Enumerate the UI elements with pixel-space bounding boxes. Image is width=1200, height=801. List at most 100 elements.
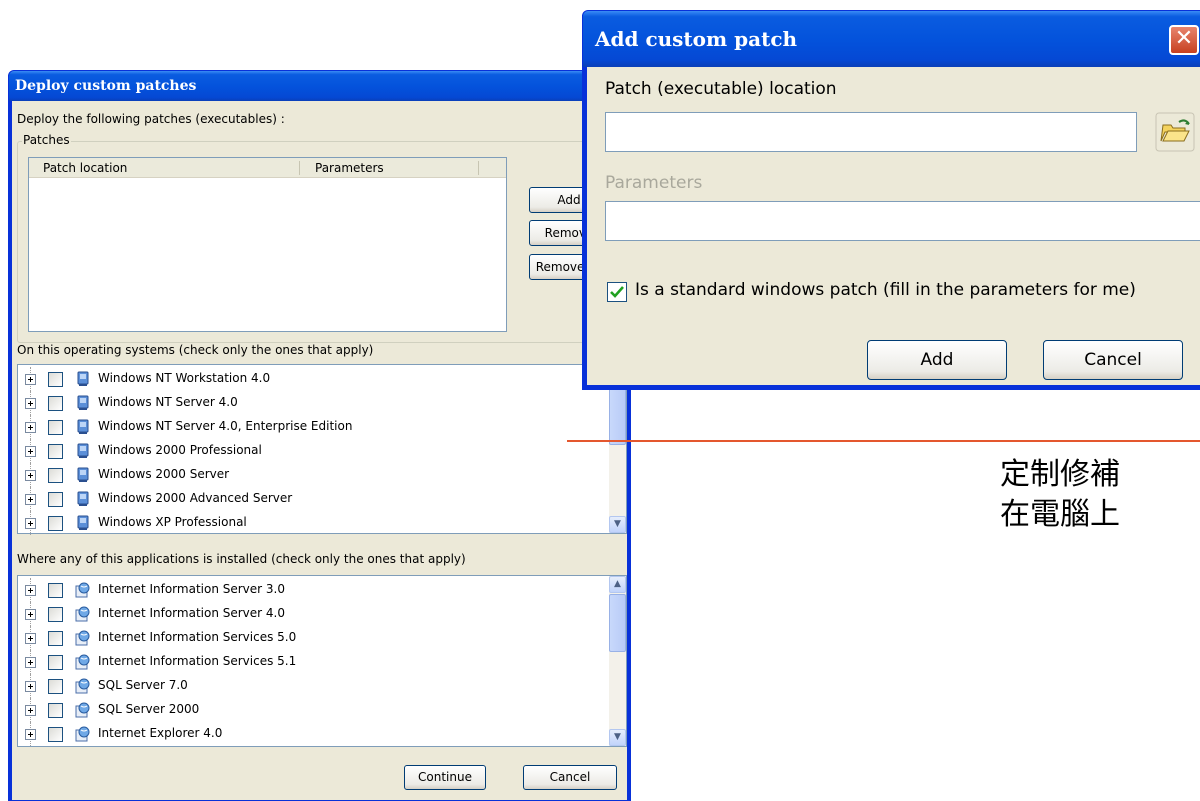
- row-checkbox[interactable]: [48, 372, 63, 387]
- intro-label: Deploy the following patches (executable…: [17, 112, 285, 126]
- tree-row[interactable]: Internet Explorer 4.0: [18, 722, 598, 746]
- computer-icon: [74, 466, 92, 484]
- computer-icon: [74, 490, 92, 508]
- tree-row[interactable]: Windows 2000 Server: [18, 463, 598, 487]
- dialog-title: Add custom patch: [595, 27, 798, 51]
- computer-icon: [74, 418, 92, 436]
- tree-row-label: Windows 2000 Advanced Server: [98, 491, 293, 505]
- apps-scroll-thumb[interactable]: [609, 594, 626, 652]
- dialog-titlebar[interactable]: Add custom patch ✕: [583, 11, 1200, 67]
- column-separator[interactable]: [478, 161, 479, 175]
- scroll-up-arrow-icon[interactable]: ▲: [609, 576, 626, 593]
- standard-patch-label[interactable]: Is a standard windows patch (fill in the…: [635, 280, 1136, 300]
- apps-tree-scrollbar[interactable]: ▲ ▼: [609, 576, 626, 746]
- expand-plus-icon[interactable]: [25, 681, 36, 692]
- tree-row[interactable]: Windows NT Workstation 4.0: [18, 367, 598, 391]
- row-checkbox[interactable]: [48, 420, 63, 435]
- expand-plus-icon[interactable]: [25, 729, 36, 740]
- application-icon: [74, 605, 92, 623]
- tree-row-label: Windows NT Workstation 4.0: [98, 371, 271, 385]
- scroll-down-arrow-icon[interactable]: ▼: [609, 729, 626, 746]
- tree-row[interactable]: Internet Information Services 5.0: [18, 626, 598, 650]
- os-tree-scrollbar[interactable]: ▼: [609, 365, 626, 533]
- tree-row[interactable]: Internet Information Server 3.0: [18, 578, 598, 602]
- application-icon: [74, 653, 92, 671]
- annotation-text: 定制修補 在電腦上: [1000, 455, 1120, 535]
- browse-folder-icon[interactable]: [1155, 112, 1195, 152]
- tree-row-label: Windows 2000 Server: [98, 467, 230, 481]
- patch-location-label: Patch (executable) location: [605, 79, 837, 99]
- expand-plus-icon[interactable]: [25, 374, 36, 385]
- patch-location-input[interactable]: [605, 112, 1137, 152]
- tree-row[interactable]: Internet Information Services 5.1: [18, 650, 598, 674]
- parameters-input[interactable]: [605, 201, 1200, 241]
- tree-row-label: Internet Information Services 5.1: [98, 654, 297, 668]
- row-checkbox[interactable]: [48, 727, 63, 742]
- tree-row[interactable]: Windows NT Server 4.0, Enterprise Editio…: [18, 415, 598, 439]
- tree-row[interactable]: SQL Server 7.0: [18, 674, 598, 698]
- expand-plus-icon[interactable]: [25, 518, 36, 529]
- tree-row-label: Internet Information Services 5.0: [98, 630, 297, 644]
- tree-row-label: Windows 2000 Professional: [98, 443, 262, 457]
- application-icon: [74, 725, 92, 743]
- computer-icon: [74, 442, 92, 460]
- row-checkbox[interactable]: [48, 444, 63, 459]
- tree-row[interactable]: Windows XP Professional: [18, 511, 598, 535]
- tree-row[interactable]: Windows 2000 Advanced Server: [18, 487, 598, 511]
- apps-tree[interactable]: Internet Information Server 3.0 Internet …: [17, 575, 627, 747]
- continue-button[interactable]: Continue: [404, 765, 486, 790]
- expand-plus-icon[interactable]: [25, 422, 36, 433]
- main-titlebar[interactable]: Deploy custom patches: [9, 71, 630, 101]
- tree-row[interactable]: Windows NT Server 4.0: [18, 391, 598, 415]
- os-tree[interactable]: Windows NT Workstation 4.0 Windows NT Ser…: [17, 364, 627, 535]
- row-checkbox[interactable]: [48, 516, 63, 531]
- checkmark-icon: [610, 286, 624, 298]
- expand-plus-icon[interactable]: [25, 609, 36, 620]
- tree-row-label: Internet Information Server 4.0: [98, 606, 285, 620]
- dialog-client-area: Patch (executable) location Parameters I…: [587, 67, 1200, 385]
- expand-plus-icon[interactable]: [25, 585, 36, 596]
- application-icon: [74, 629, 92, 647]
- row-checkbox[interactable]: [48, 703, 63, 718]
- close-icon[interactable]: ✕: [1169, 25, 1199, 55]
- expand-plus-icon[interactable]: [25, 470, 36, 481]
- row-checkbox[interactable]: [48, 583, 63, 598]
- row-checkbox[interactable]: [48, 631, 63, 646]
- computer-icon: [74, 370, 92, 388]
- cancel-button[interactable]: Cancel: [523, 765, 617, 790]
- column-separator[interactable]: [299, 161, 300, 175]
- row-checkbox[interactable]: [48, 655, 63, 670]
- tree-row-label: Windows NT Server 4.0, Enterprise Editio…: [98, 419, 353, 433]
- tree-row-label: SQL Server 7.0: [98, 678, 188, 692]
- row-checkbox[interactable]: [48, 396, 63, 411]
- column-parameters[interactable]: Parameters: [315, 158, 384, 178]
- computer-icon: [74, 394, 92, 412]
- expand-plus-icon[interactable]: [25, 446, 36, 457]
- row-checkbox[interactable]: [48, 607, 63, 622]
- row-checkbox[interactable]: [48, 492, 63, 507]
- annotation-line: [567, 440, 1200, 442]
- tree-row[interactable]: Windows 2000 Professional: [18, 439, 598, 463]
- annotation-line-1: 定制修補: [1000, 457, 1120, 492]
- scroll-down-arrow-icon[interactable]: ▼: [609, 516, 626, 533]
- tree-row[interactable]: SQL Server 2000: [18, 698, 598, 722]
- expand-plus-icon[interactable]: [25, 494, 36, 505]
- row-checkbox[interactable]: [48, 468, 63, 483]
- deploy-custom-patches-window: Deploy custom patches Deploy the followi…: [8, 70, 631, 801]
- dialog-cancel-button[interactable]: Cancel: [1043, 340, 1183, 380]
- tree-row[interactable]: Internet Information Server 4.0: [18, 602, 598, 626]
- standard-patch-checkbox[interactable]: [607, 282, 627, 302]
- dialog-add-button[interactable]: Add: [867, 340, 1007, 380]
- patches-list[interactable]: Patch location Parameters: [28, 157, 507, 332]
- main-client-area: Deploy the following patches (executable…: [12, 101, 627, 800]
- application-icon: [74, 701, 92, 719]
- column-patch-location[interactable]: Patch location: [43, 158, 127, 178]
- os-label: On this operating systems (check only th…: [17, 343, 374, 357]
- parameters-label: Parameters: [605, 173, 703, 193]
- row-checkbox[interactable]: [48, 679, 63, 694]
- expand-plus-icon[interactable]: [25, 633, 36, 644]
- computer-icon: [74, 514, 92, 532]
- expand-plus-icon[interactable]: [25, 657, 36, 668]
- expand-plus-icon[interactable]: [25, 398, 36, 409]
- expand-plus-icon[interactable]: [25, 705, 36, 716]
